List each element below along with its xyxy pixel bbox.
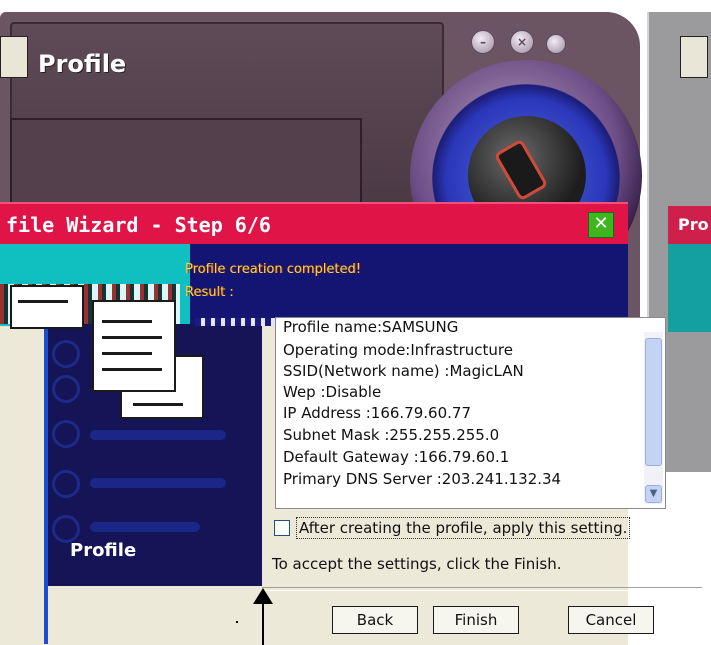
back-button-label: Back [356, 611, 394, 629]
finish-button[interactable]: Finish [433, 606, 519, 634]
result-line: Subnet Mask :255.255.255.0 [283, 426, 500, 444]
app-title: Profile [38, 50, 127, 78]
wizard-close-button[interactable]: ✕ [588, 212, 614, 238]
sidebar-step-circle [52, 515, 80, 543]
result-line: Profile name:SAMSUNG [283, 318, 459, 336]
apply-setting-label[interactable]: After creating the profile, apply this s… [296, 517, 631, 539]
wizard-title: file Wizard - Step 6/6 [6, 213, 271, 237]
result-line: Operating mode:Infrastructure [283, 341, 513, 359]
apply-setting-checkbox[interactable] [274, 520, 290, 536]
sidebar-step-circle [52, 375, 80, 403]
finish-instruction: To accept the settings, click the Finish… [272, 555, 562, 573]
finish-button-label: Finish [454, 611, 498, 629]
sidebar-step-bar [90, 430, 226, 440]
secondary-window-title: Pro [668, 206, 711, 244]
annotation-dot [236, 621, 238, 623]
sidebar-step-circle [52, 470, 80, 498]
button-divider [262, 587, 702, 591]
cancel-button-label: Cancel [585, 611, 637, 629]
annotation-arrow-line [262, 600, 264, 645]
app-panel [10, 118, 362, 206]
result-line: Wep :Disable [283, 383, 382, 401]
scrollbar-thumb[interactable] [645, 338, 662, 466]
secondary-window-band [668, 244, 711, 332]
back-button[interactable]: Back [332, 606, 418, 634]
profile-document-icon-secondary [680, 36, 708, 78]
sidebar-step-bar [90, 522, 200, 532]
sidebar-step-circle [52, 340, 80, 368]
result-line: Default Gateway :166.79.60.1 [283, 448, 510, 466]
result-line: IP Address :166.79.60.77 [283, 404, 471, 422]
chevron-down-icon[interactable]: ▼ [645, 485, 662, 503]
profile-document-icon [0, 36, 28, 78]
result-line: Primary DNS Server :203.241.132.34 [283, 470, 562, 488]
sidebar-step-bar [90, 478, 226, 488]
sidebar-step-circle [52, 420, 80, 448]
completion-message: Profile creation completed! [185, 262, 361, 277]
close-icon[interactable]: × [510, 30, 534, 54]
sidebar-profile-label: Profile [70, 540, 137, 561]
result-line: SSID(Network name) :MagicLAN [283, 362, 524, 380]
minimize-icon[interactable]: – [471, 30, 495, 54]
result-heading: Result : [185, 285, 234, 300]
decorative-knob-icon [546, 34, 566, 54]
cancel-button[interactable]: Cancel [568, 606, 654, 634]
